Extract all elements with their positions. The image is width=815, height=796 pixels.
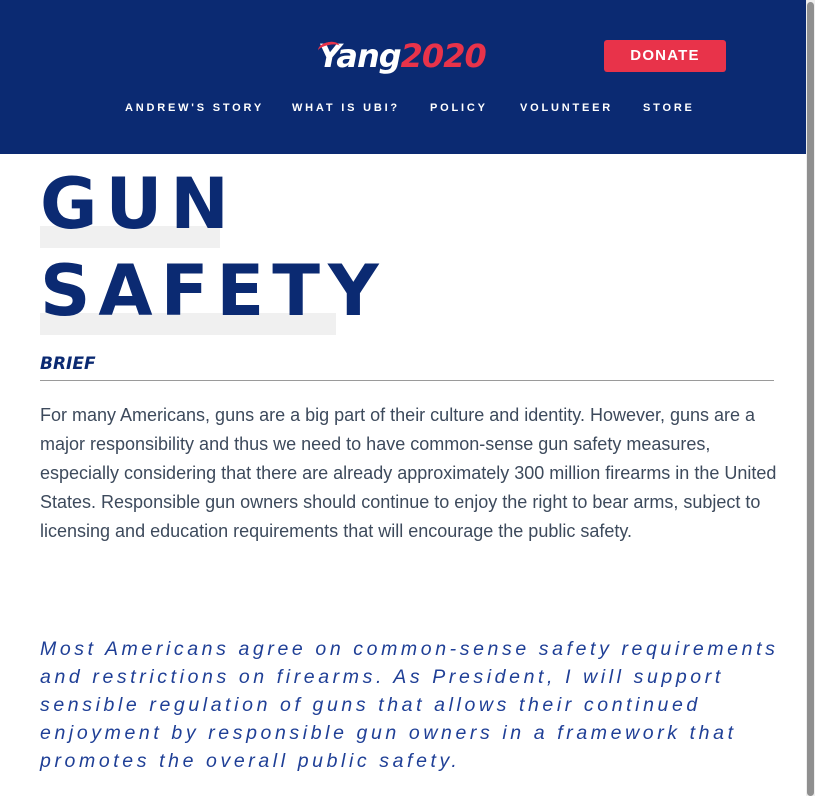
brief-heading: BRIEF <box>40 354 96 374</box>
scrollbar-thumb[interactable] <box>807 2 814 796</box>
page-title-line-1: GUN <box>40 163 237 248</box>
brief-paragraph: For many Americans, guns are a big part … <box>40 405 777 541</box>
logo-year: 2020 <box>400 37 487 75</box>
main-nav: ANDREW'S STORY WHAT IS UBI? POLICY VOLUN… <box>0 100 815 116</box>
page-title-text: GUN <box>40 163 237 245</box>
policy-quote: Most Americans agree on common-sense saf… <box>40 638 779 772</box>
page-title-line-2: SAFETY <box>40 250 387 335</box>
page-title-text: SAFETY <box>40 250 387 332</box>
nav-item-volunteer[interactable]: VOLUNTEER <box>520 100 613 116</box>
donate-button[interactable]: DONATE <box>604 40 726 72</box>
page-scrollbar[interactable] <box>806 0 815 796</box>
nav-item-store[interactable]: STORE <box>643 100 695 116</box>
nav-item-andrews-story[interactable]: ANDREW'S STORY <box>125 100 264 116</box>
nav-item-policy[interactable]: POLICY <box>430 100 488 116</box>
nav-item-what-is-ubi[interactable]: WHAT IS UBI? <box>292 100 400 116</box>
site-header: Yang2020 DONATE ANDREW'S STORY WHAT IS U… <box>0 0 815 154</box>
brief-divider <box>40 380 774 381</box>
yang2020-logo[interactable]: Yang2020 <box>316 34 487 78</box>
